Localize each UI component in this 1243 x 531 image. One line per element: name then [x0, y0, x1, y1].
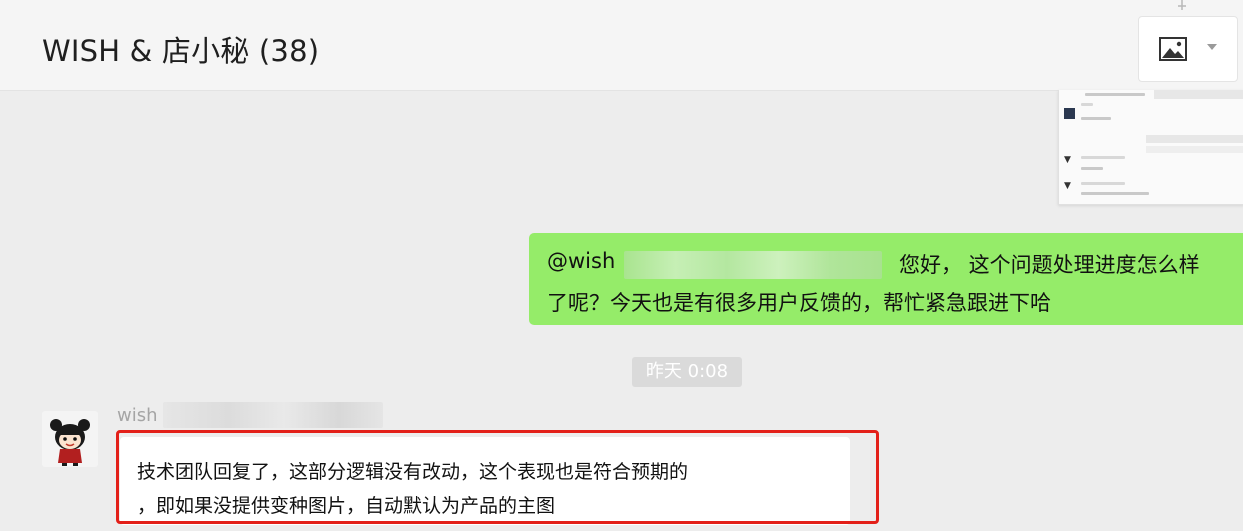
- chat-header: WISH & 店小秘 (38): [0, 0, 1243, 91]
- image-button[interactable]: [1138, 16, 1238, 82]
- message-line: 了呢？今天也是有很多用户反馈的，帮忙紧急跟进下哈: [547, 291, 1051, 315]
- outgoing-message-bubble[interactable]: @wish 您好， 这个问题处理进度怎么样 了呢？今天也是有很多用户反馈的，帮忙…: [529, 233, 1243, 325]
- highlight-box: [116, 430, 879, 524]
- avatar-character-icon: [50, 419, 90, 466]
- chat-title: WISH & 店小秘 (38): [42, 34, 320, 68]
- sender-name: wish: [117, 405, 158, 426]
- pin-icon[interactable]: [1176, 0, 1188, 10]
- mention-text: @wish: [547, 249, 616, 273]
- chevron-down-icon: [1207, 44, 1217, 50]
- redacted-sender: [163, 402, 383, 428]
- picture-icon: [1159, 37, 1187, 61]
- message-line: @wish 您好， 这个问题处理进度怎么样: [547, 249, 1200, 277]
- message-text: 您好， 这个问题处理进度怎么样: [899, 253, 1200, 277]
- redacted-name: [624, 251, 882, 279]
- timestamp: 昨天 0:08: [632, 357, 742, 387]
- thumbnail-avatar: ▼: [1064, 181, 1071, 191]
- thumbnail-avatar: [1064, 108, 1075, 119]
- screenshot-thumbnail[interactable]: ▼ ▼: [1058, 90, 1243, 205]
- avatar[interactable]: [42, 411, 98, 467]
- thumbnail-avatar: ▼: [1064, 155, 1071, 165]
